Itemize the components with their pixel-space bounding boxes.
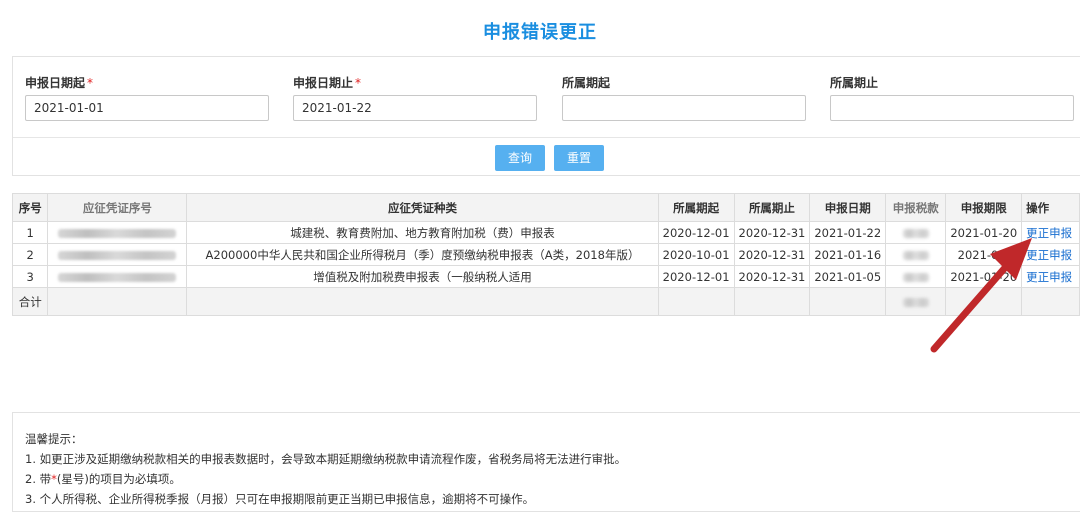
voucher-no-redacted bbox=[47, 243, 188, 266]
deadline: 2021-01-20 bbox=[945, 221, 1023, 244]
correct-declaration-link[interactable]: 更正申报 bbox=[1021, 265, 1080, 288]
table-row: 1 城建税、教育费附加、地方教育附加税（费）申报表 2020-12-01 202… bbox=[11, 221, 1080, 244]
period-start-input[interactable] bbox=[562, 95, 806, 121]
table-row: 2 A200000中华人民共和国企业所得税月（季）度预缴纳税申报表（A类，201… bbox=[11, 243, 1080, 266]
period-start: 2020-12-01 bbox=[657, 221, 735, 244]
declare-date: 2021-01-22 bbox=[809, 221, 887, 244]
period-start-field: 所属期起 bbox=[562, 75, 806, 121]
page-title: 申报错误更正 bbox=[483, 22, 597, 43]
tips-line-3: 3. 个人所得税、企业所得税季报（月报）只可在申报期限前更正当期已申报信息，逾期… bbox=[25, 492, 535, 506]
tips-line-2: 2. 带*(星号)的项目为必填项。 bbox=[25, 472, 181, 486]
sum-label: 合计 bbox=[11, 287, 49, 316]
required-mark: * bbox=[87, 76, 94, 90]
tax-amount-redacted bbox=[885, 243, 947, 266]
period-start-label: 所属期起 bbox=[562, 76, 611, 90]
tips-line-1: 1. 如更正涉及延期缴纳税款相关的申报表数据时，会导致本期延期缴纳税款申请流程作… bbox=[25, 452, 627, 466]
header-tax-amount: 申报税款 bbox=[885, 193, 947, 222]
declare-date: 2021-01-05 bbox=[809, 265, 887, 288]
declaration-table: 序号 应征凭证序号 应征凭证种类 所属期起 所属期止 申报日期 申报税款 申报期… bbox=[11, 193, 1080, 316]
tax-amount-redacted bbox=[885, 265, 947, 288]
period-end: 2020-12-31 bbox=[733, 243, 811, 266]
period-start: 2020-10-01 bbox=[657, 243, 735, 266]
period-end-input[interactable] bbox=[830, 95, 1074, 121]
tips-panel: 温馨提示： 1. 如更正涉及延期缴纳税款相关的申报表数据时，会导致本期延期缴纳税… bbox=[12, 412, 1080, 512]
header-period-end: 所属期止 bbox=[733, 193, 811, 222]
start-date-label: 申报日期起 bbox=[25, 76, 86, 90]
voucher-type: 城建税、教育费附加、地方教育附加税（费）申报表 bbox=[186, 221, 659, 244]
row-no: 3 bbox=[11, 265, 49, 288]
required-mark: * bbox=[355, 76, 362, 90]
header-voucher-type: 应征凭证种类 bbox=[186, 193, 659, 222]
correct-declaration-link[interactable]: 更正申报 bbox=[1021, 243, 1080, 266]
table-sum-row: 合计 bbox=[11, 287, 1080, 316]
deadline: 2021-01- bbox=[945, 243, 1023, 266]
tips-heading: 温馨提示： bbox=[25, 432, 83, 446]
header-voucher-no: 应征凭证序号 bbox=[47, 193, 188, 222]
header-declare-date: 申报日期 bbox=[809, 193, 887, 222]
end-date-input[interactable] bbox=[293, 95, 537, 121]
sum-tax-redacted bbox=[885, 287, 947, 316]
period-start: 2020-12-01 bbox=[657, 265, 735, 288]
tax-amount-redacted bbox=[885, 221, 947, 244]
form-divider bbox=[13, 137, 1080, 138]
query-form: 申报日期起* 申报日期止* 所属期起 所属期止 查询 重置 bbox=[12, 56, 1080, 176]
header-action: 操作 bbox=[1021, 193, 1080, 222]
header-deadline: 申报期限 bbox=[945, 193, 1023, 222]
header-no: 序号 bbox=[11, 193, 49, 222]
query-button[interactable]: 查询 bbox=[495, 145, 545, 171]
voucher-type: A200000中华人民共和国企业所得税月（季）度预缴纳税申报表（A类，2018年… bbox=[186, 243, 659, 266]
table-header-row: 序号 应征凭证序号 应征凭证种类 所属期起 所属期止 申报日期 申报税款 申报期… bbox=[11, 193, 1080, 222]
declare-date: 2021-01-16 bbox=[809, 243, 887, 266]
reset-button[interactable]: 重置 bbox=[554, 145, 604, 171]
start-date-field: 申报日期起 * bbox=[25, 75, 269, 121]
period-end: 2020-12-31 bbox=[733, 221, 811, 244]
table-row: 3 增值税及附加税费申报表（一般纳税人适用 2020-12-01 2020-12… bbox=[11, 265, 1080, 288]
voucher-type: 增值税及附加税费申报表（一般纳税人适用 bbox=[186, 265, 659, 288]
end-date-field: 申报日期止 * bbox=[293, 75, 537, 121]
header-period-start: 所属期起 bbox=[657, 193, 735, 222]
period-end: 2020-12-31 bbox=[733, 265, 811, 288]
period-end-label: 所属期止 bbox=[830, 76, 879, 90]
start-date-input[interactable] bbox=[25, 95, 269, 121]
voucher-no-redacted bbox=[47, 221, 188, 244]
voucher-no-redacted bbox=[47, 265, 188, 288]
deadline: 2021-01-20 bbox=[945, 265, 1023, 288]
correct-declaration-link[interactable]: 更正申报 bbox=[1021, 221, 1080, 244]
period-end-field: 所属期止 bbox=[830, 75, 1074, 121]
end-date-label: 申报日期止 bbox=[293, 76, 354, 90]
row-no: 2 bbox=[11, 243, 49, 266]
row-no: 1 bbox=[11, 221, 49, 244]
